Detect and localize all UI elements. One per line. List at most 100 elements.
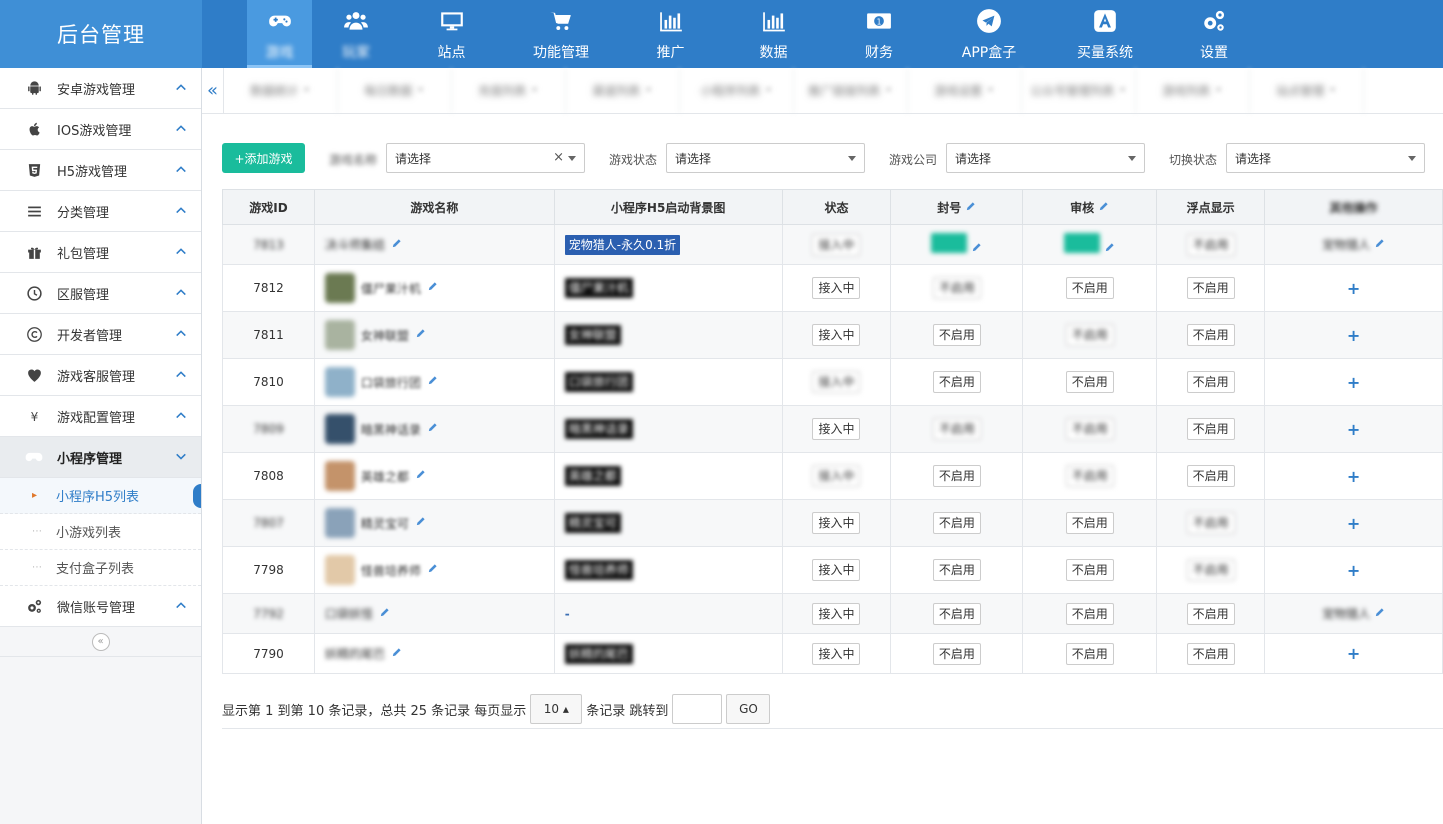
close-icon[interactable]: ✕ <box>764 85 772 96</box>
toggle-button[interactable]: 不启用 <box>1065 277 1114 299</box>
page-tab-6[interactable]: 游戏设置 ✕ <box>908 68 1022 113</box>
game-name-select[interactable]: 请选择 × <box>386 143 585 173</box>
sidebar-item-3[interactable]: 分类管理 <box>0 191 201 232</box>
toggle-status-on[interactable] <box>1064 233 1101 253</box>
toggle-button[interactable]: 不启用 <box>932 277 981 299</box>
sidebar-item-7[interactable]: 游戏客服管理 <box>0 355 201 396</box>
switch-status-select[interactable]: 请选择 <box>1226 143 1425 173</box>
add-action-icon[interactable]: + <box>1347 467 1360 486</box>
edit-pencil-icon[interactable] <box>1104 242 1115 256</box>
page-tab-2[interactable]: 充值列表 ✕ <box>452 68 566 113</box>
close-icon[interactable]: ✕ <box>530 85 538 96</box>
nav-item-3[interactable]: 功能管理 <box>503 0 619 68</box>
toggle-button[interactable]: 接入中 <box>812 277 861 299</box>
sidebar-subitem-1[interactable]: ⋯ 小游戏列表 <box>0 514 201 550</box>
toggle-button[interactable]: 不启用 <box>1186 324 1235 346</box>
toggle-button[interactable]: 不启用 <box>932 602 981 625</box>
page-jump-input[interactable] <box>672 694 723 724</box>
edit-pencil-icon[interactable] <box>415 469 426 483</box>
sidebar-item-8[interactable]: ¥ 游戏配置管理 <box>0 396 201 437</box>
nav-item-1[interactable]: 玩家 <box>312 0 400 68</box>
toggle-button[interactable]: 不启用 <box>1065 324 1114 346</box>
nav-item-5[interactable]: 数据 <box>722 0 825 68</box>
edit-pencil-icon[interactable] <box>1374 607 1385 621</box>
toggle-button[interactable]: 不启用 <box>932 642 981 665</box>
toggle-button[interactable]: 不启用 <box>1186 371 1235 393</box>
sidebar-item-0[interactable]: 安卓游戏管理 <box>0 68 201 109</box>
toggle-button[interactable]: 不启用 <box>1186 602 1235 625</box>
tabs-scroll-left-icon[interactable]: « <box>202 68 224 113</box>
close-icon[interactable]: ✕ <box>644 85 652 96</box>
toggle-button[interactable]: 接入中 <box>812 559 861 581</box>
toggle-button[interactable]: 接入中 <box>812 418 861 440</box>
sidebar-item-10[interactable]: 微信账号管理 <box>0 586 201 627</box>
page-tab-1[interactable]: 每日数据 ✕ <box>338 68 452 113</box>
toggle-button[interactable]: 接入中 <box>812 324 861 346</box>
sidebar-item-5[interactable]: 区服管理 <box>0 273 201 314</box>
toggle-button[interactable]: 不启用 <box>1065 465 1114 487</box>
toggle-button[interactable]: 不启用 <box>932 418 981 440</box>
toggle-button[interactable]: 接入中 <box>812 233 861 256</box>
sidebar-subitem-2[interactable]: ⋯ 支付盒子列表 <box>0 550 201 586</box>
nav-item-2[interactable]: 站点 <box>400 0 503 68</box>
close-icon[interactable]: ✕ <box>1214 85 1222 96</box>
page-tab-4[interactable]: 小程序列表 ✕ <box>680 68 794 113</box>
toggle-button[interactable]: 不启用 <box>1186 233 1235 256</box>
toggle-button[interactable]: 不启用 <box>1065 418 1114 440</box>
toggle-button[interactable]: 不启用 <box>932 559 981 581</box>
nav-item-4[interactable]: 推广 <box>619 0 722 68</box>
edit-pencil-icon[interactable] <box>415 516 426 530</box>
toggle-button[interactable]: 接入中 <box>812 512 861 534</box>
toggle-status-on[interactable] <box>931 233 968 253</box>
toggle-button[interactable]: 不启用 <box>1186 559 1235 581</box>
edit-pencil-icon[interactable] <box>1098 201 1109 215</box>
edit-pencil-icon[interactable] <box>427 281 438 295</box>
add-action-icon[interactable]: + <box>1347 420 1360 439</box>
page-tab-7[interactable]: 公众号管理列表 ✕ <box>1022 68 1136 113</box>
add-action-icon[interactable]: + <box>1347 373 1360 392</box>
page-tab-8[interactable]: 游戏列表 ✕ <box>1136 68 1250 113</box>
company-select[interactable]: 请选择 <box>946 143 1145 173</box>
add-action-icon[interactable]: + <box>1347 279 1360 298</box>
page-size-select[interactable]: 10 ▴ <box>530 694 583 724</box>
page-tab-5[interactable]: 推广链接列表 ✕ <box>794 68 908 113</box>
toggle-button[interactable]: 不启用 <box>1065 371 1114 393</box>
toggle-button[interactable]: 接入中 <box>812 371 861 393</box>
edit-pencil-icon[interactable] <box>391 238 402 252</box>
close-icon[interactable]: ✕ <box>1328 85 1336 96</box>
toggle-button[interactable]: 不启用 <box>1065 512 1114 534</box>
add-action-icon[interactable]: + <box>1347 561 1360 580</box>
toggle-button[interactable]: 不启用 <box>1065 602 1114 625</box>
toggle-button[interactable]: 不启用 <box>1065 559 1114 581</box>
close-icon[interactable]: ✕ <box>884 85 892 96</box>
toggle-button[interactable]: 不启用 <box>1186 465 1235 487</box>
close-icon[interactable]: ✕ <box>986 85 994 96</box>
edit-pencil-icon[interactable] <box>391 647 402 661</box>
sidebar-subitem-0[interactable]: ▸ 小程序H5列表 <box>0 478 201 514</box>
edit-pencil-icon[interactable] <box>971 242 982 256</box>
toggle-button[interactable]: 不启用 <box>932 465 981 487</box>
clear-icon[interactable]: × <box>553 150 564 165</box>
toggle-button[interactable]: 不启用 <box>932 371 981 393</box>
edit-pencil-icon[interactable] <box>427 563 438 577</box>
add-action-icon[interactable]: + <box>1347 644 1360 663</box>
toggle-button[interactable]: 不启用 <box>1186 512 1235 534</box>
page-tab-9[interactable]: 站点管理 ✕ <box>1250 68 1364 113</box>
sidebar-item-1[interactable]: IOS游戏管理 <box>0 109 201 150</box>
toggle-button[interactable]: 不启用 <box>1186 418 1235 440</box>
toggle-button[interactable]: 接入中 <box>812 642 861 665</box>
nav-item-9[interactable]: 设置 <box>1165 0 1263 68</box>
toggle-button[interactable]: 不启用 <box>932 512 981 534</box>
close-icon[interactable]: ✕ <box>302 85 310 96</box>
sidebar-item-2[interactable]: H5游戏管理 <box>0 150 201 191</box>
nav-item-7[interactable]: APP盒子 <box>933 0 1045 68</box>
sidebar-item-9[interactable]: 小程序管理 <box>0 437 201 478</box>
toggle-button[interactable]: 不启用 <box>1186 642 1235 665</box>
add-game-button[interactable]: +添加游戏 <box>222 143 305 173</box>
close-icon[interactable]: ✕ <box>1118 85 1126 96</box>
edit-pencil-icon[interactable] <box>427 422 438 436</box>
collapse-sidebar-icon[interactable]: « <box>91 632 110 651</box>
edit-pencil-icon[interactable] <box>415 328 426 342</box>
sidebar-item-4[interactable]: 礼包管理 <box>0 232 201 273</box>
toggle-button[interactable]: 不启用 <box>1186 277 1235 299</box>
